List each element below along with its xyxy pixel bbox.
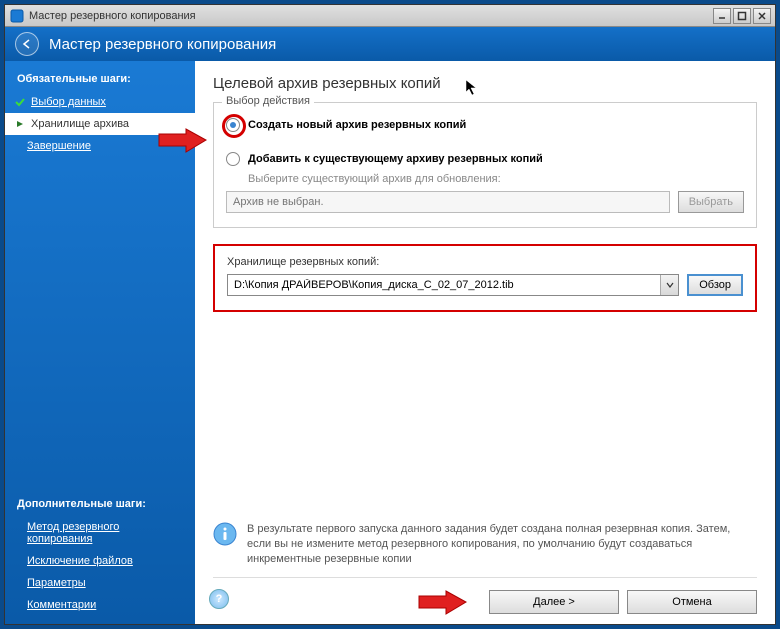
close-button[interactable]: [753, 8, 771, 24]
sidebar-extra-params[interactable]: Параметры: [5, 572, 195, 594]
arrow-right-icon: [13, 119, 27, 129]
next-button[interactable]: Далее >: [489, 590, 619, 614]
append-hint: Выберите существующий архив для обновлен…: [248, 173, 744, 185]
fieldset-legend: Выбор действия: [222, 95, 314, 107]
info-text: В результате первого запуска данного зад…: [247, 522, 757, 567]
append-browse-button[interactable]: Выбрать: [678, 191, 744, 213]
radio-create-label: Создать новый архив резервных копий: [248, 119, 466, 131]
sidebar-group-additional: Дополнительные шаги:: [5, 494, 195, 516]
sidebar-step-storage[interactable]: Хранилище архива: [5, 113, 195, 135]
sidebar-item-label: Исключение файлов: [27, 555, 133, 567]
sidebar-item-label: Завершение: [27, 140, 91, 152]
info-block: В результате первого запуска данного зад…: [213, 512, 757, 567]
sidebar-item-label: Выбор данных: [31, 96, 106, 108]
minimize-button[interactable]: [713, 8, 731, 24]
cursor-icon: [465, 79, 479, 97]
back-button[interactable]: [15, 32, 39, 56]
sidebar-extra-method[interactable]: Метод резервного копирования: [5, 516, 195, 550]
sidebar-extra-exclude[interactable]: Исключение файлов: [5, 550, 195, 572]
cancel-button[interactable]: Отмена: [627, 590, 757, 614]
sidebar-item-label: Метод резервного копирования: [27, 521, 183, 545]
header-title: Мастер резервного копирования: [49, 36, 276, 53]
page-heading: Целевой архив резервных копий: [213, 75, 757, 92]
header-bar: Мастер резервного копирования: [5, 27, 775, 61]
sidebar-item-label: Хранилище архива: [31, 118, 129, 130]
action-fieldset: Выбор действия Создать новый архив резер…: [213, 102, 757, 228]
radio-create-new[interactable]: [226, 118, 240, 132]
content-panel: Целевой архив резервных копий Выбор дейс…: [195, 61, 775, 624]
sidebar-item-label: Параметры: [27, 577, 86, 589]
radio-append-label: Добавить к существующему архиву резервны…: [248, 153, 543, 165]
append-archive-input[interactable]: [226, 191, 670, 213]
radio-append[interactable]: [226, 152, 240, 166]
sidebar: Обязательные шаги: Выбор данных Хранилищ…: [5, 61, 195, 624]
titlebar: Мастер резервного копирования: [5, 5, 775, 27]
browse-button[interactable]: Обзор: [687, 274, 743, 296]
info-icon: [213, 522, 237, 546]
sidebar-step-finish[interactable]: Завершение: [5, 135, 195, 157]
storage-path-combo[interactable]: [227, 274, 679, 296]
sidebar-extra-comments[interactable]: Комментарии: [5, 594, 195, 616]
maximize-button[interactable]: [733, 8, 751, 24]
highlight-circle: [222, 114, 246, 138]
storage-path-input[interactable]: [227, 274, 679, 296]
sidebar-step-data[interactable]: Выбор данных: [5, 91, 195, 113]
sidebar-group-mandatory: Обязательные шаги:: [5, 69, 195, 91]
window-title: Мастер резервного копирования: [29, 10, 713, 22]
sidebar-item-label: Комментарии: [27, 599, 96, 611]
storage-label: Хранилище резервных копий:: [227, 256, 743, 268]
footer-buttons: Далее > Отмена: [213, 577, 757, 614]
check-icon: [13, 96, 27, 108]
app-icon: [9, 8, 25, 24]
storage-group: Хранилище резервных копий: Обзор: [213, 244, 757, 312]
chevron-down-icon[interactable]: [660, 275, 678, 295]
help-button[interactable]: ?: [209, 589, 229, 609]
